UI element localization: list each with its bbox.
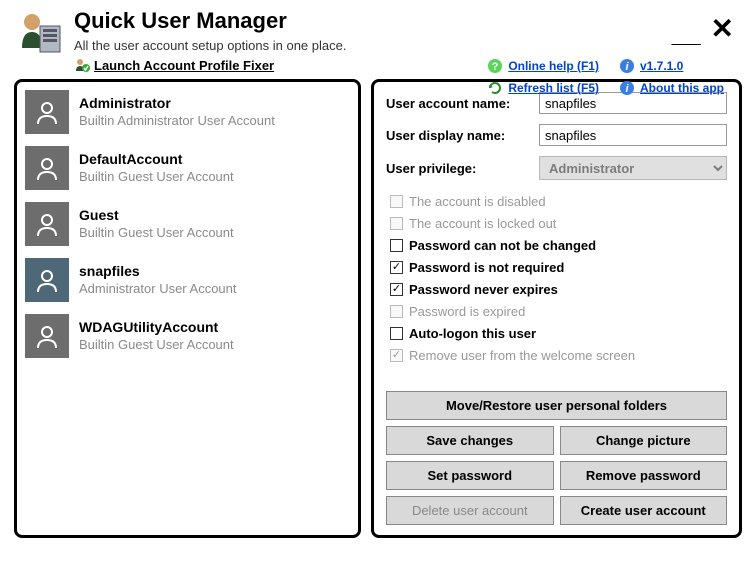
user-avatar-icon — [25, 90, 69, 134]
checkbox-label: Auto-logon this user — [409, 326, 536, 341]
display-name-input[interactable] — [539, 124, 727, 146]
checkbox-row[interactable]: ✓ Password is not required — [390, 260, 727, 275]
user-item[interactable]: Guest Builtin Guest User Account — [21, 200, 354, 248]
info-icon: i — [619, 58, 635, 74]
svg-text:?: ? — [492, 61, 499, 73]
label-account-name: User account name: — [386, 96, 531, 111]
about-icon: i — [619, 80, 635, 96]
profile-fixer-link[interactable]: Launch Account Profile Fixer — [94, 58, 274, 73]
checkbox[interactable] — [390, 239, 403, 252]
checkbox-row: ✓ Remove user from the welcome screen — [390, 348, 727, 363]
user-item[interactable]: Administrator Builtin Administrator User… — [21, 88, 354, 136]
app-subtitle: All the user account setup options in on… — [74, 38, 742, 53]
checkbox-row: The account is locked out — [390, 216, 727, 231]
checkbox — [390, 305, 403, 318]
user-avatar-icon — [25, 146, 69, 190]
checkbox[interactable]: ✓ — [390, 283, 403, 296]
user-avatar-icon — [25, 202, 69, 246]
label-display-name: User display name: — [386, 128, 531, 143]
user-name: snapfiles — [79, 262, 350, 280]
version-link[interactable]: v1.7.1.0 — [640, 59, 683, 73]
checkbox-row[interactable]: Password can not be changed — [390, 238, 727, 253]
user-name: Guest — [79, 206, 350, 224]
delete-user-button: Delete user account — [386, 496, 554, 525]
checkbox — [390, 195, 403, 208]
save-changes-button[interactable]: Save changes — [386, 426, 554, 455]
user-name: Administrator — [79, 94, 350, 112]
help-icon: ? — [487, 58, 503, 74]
checkbox-row[interactable]: Auto-logon this user — [390, 326, 727, 341]
user-desc: Builtin Guest User Account — [79, 169, 350, 186]
app-title: Quick User Manager — [74, 8, 742, 34]
user-desc: Administrator User Account — [79, 281, 350, 298]
checkbox-row: Password is expired — [390, 304, 727, 319]
checkbox-label: Password is not required — [409, 260, 564, 275]
checkbox: ✓ — [390, 349, 403, 362]
user-avatar-icon — [25, 258, 69, 302]
user-item[interactable]: DefaultAccount Builtin Guest User Accoun… — [21, 144, 354, 192]
user-list: Administrator Builtin Administrator User… — [14, 79, 361, 538]
minimize-button[interactable]: __ — [672, 28, 701, 38]
checkbox — [390, 217, 403, 230]
checkbox-label: Password never expires — [409, 282, 558, 297]
set-password-button[interactable]: Set password — [386, 461, 554, 490]
checkbox[interactable]: ✓ — [390, 261, 403, 274]
user-name: DefaultAccount — [79, 150, 350, 168]
checkbox-label: The account is disabled — [409, 194, 546, 209]
user-desc: Builtin Administrator User Account — [79, 113, 350, 130]
refresh-link[interactable]: Refresh list (F5) — [508, 81, 599, 95]
remove-password-button[interactable]: Remove password — [560, 461, 728, 490]
detail-panel: User account name: User display name: Us… — [371, 79, 742, 538]
checkbox-row: The account is disabled — [390, 194, 727, 209]
user-name: WDAGUtilityAccount — [79, 318, 350, 336]
user-item[interactable]: snapfiles Administrator User Account — [21, 256, 354, 304]
user-avatar-icon — [25, 314, 69, 358]
user-item[interactable]: WDAGUtilityAccount Builtin Guest User Ac… — [21, 312, 354, 360]
change-picture-button[interactable]: Change picture — [560, 426, 728, 455]
user-desc: Builtin Guest User Account — [79, 225, 350, 242]
profile-fixer-icon — [74, 57, 90, 73]
header-links: ? Online help (F1) i v1.7.1.0 Refresh li… — [487, 58, 724, 96]
checkbox-label: Password is expired — [409, 304, 525, 319]
refresh-icon — [487, 80, 503, 96]
checkbox-label: The account is locked out — [409, 216, 556, 231]
user-desc: Builtin Guest User Account — [79, 337, 350, 354]
move-restore-button[interactable]: Move/Restore user personal folders — [386, 391, 727, 420]
checkbox-group: The account is disabled The account is l… — [390, 194, 727, 370]
label-privilege: User privilege: — [386, 161, 531, 176]
checkbox-row[interactable]: ✓ Password never expires — [390, 282, 727, 297]
checkbox[interactable] — [390, 327, 403, 340]
create-user-button[interactable]: Create user account — [560, 496, 728, 525]
checkbox-label: Remove user from the welcome screen — [409, 348, 635, 363]
close-button[interactable]: ✕ — [711, 12, 734, 45]
checkbox-label: Password can not be changed — [409, 238, 596, 253]
privilege-select[interactable]: Administrator — [539, 156, 727, 180]
online-help-link[interactable]: Online help (F1) — [508, 59, 599, 73]
about-link[interactable]: About this app — [640, 81, 724, 95]
app-icon — [14, 8, 64, 58]
